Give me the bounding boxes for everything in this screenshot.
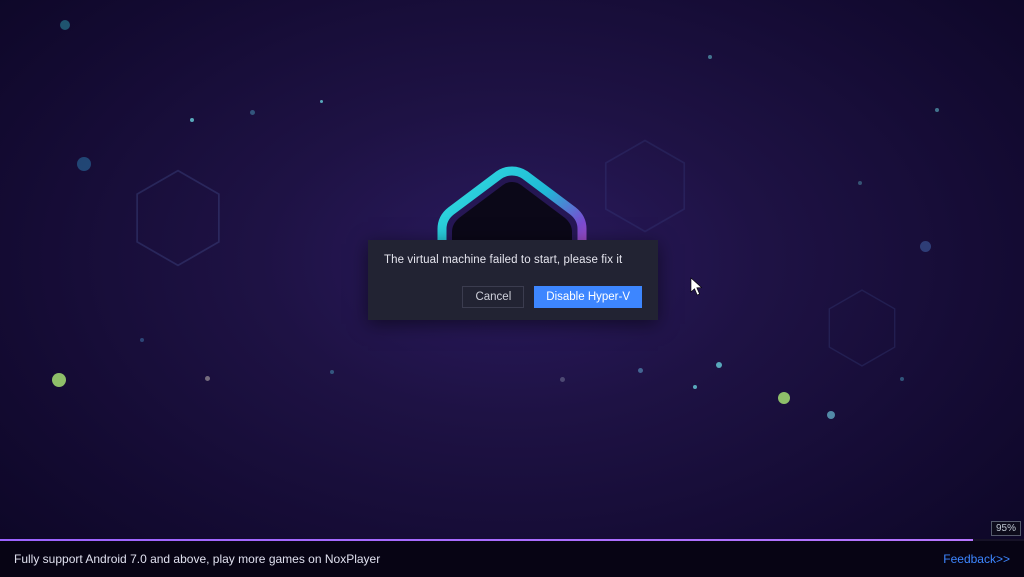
particle	[140, 338, 144, 342]
hexagon-decoration	[133, 168, 223, 268]
dialog-message: The virtual machine failed to start, ple…	[384, 254, 642, 266]
particle	[935, 108, 939, 112]
particle	[330, 370, 334, 374]
cursor-icon	[690, 277, 704, 297]
particle	[52, 373, 66, 387]
particle	[693, 385, 697, 389]
particle	[560, 377, 565, 382]
particle	[250, 110, 255, 115]
hexagon-decoration	[602, 138, 688, 234]
disable-hyperv-button[interactable]: Disable Hyper-V	[534, 286, 642, 308]
particle	[320, 100, 323, 103]
dialog-button-row: Cancel Disable Hyper-V	[384, 286, 642, 308]
particle	[60, 20, 70, 30]
particle	[900, 377, 904, 381]
particle	[716, 362, 722, 368]
particle	[708, 55, 712, 59]
particle	[77, 157, 91, 171]
feedback-link[interactable]: Feedback>>	[943, 552, 1010, 566]
particle	[827, 411, 835, 419]
particle	[920, 241, 931, 252]
particle	[858, 181, 862, 185]
particle	[778, 392, 790, 404]
particle	[638, 368, 643, 373]
footer-bar: Fully support Android 7.0 and above, pla…	[0, 541, 1024, 577]
hexagon-decoration	[827, 288, 897, 368]
footer-message: Fully support Android 7.0 and above, pla…	[14, 552, 380, 566]
progress-percent: 95%	[991, 521, 1021, 536]
particle	[205, 376, 210, 381]
error-dialog: The virtual machine failed to start, ple…	[368, 240, 658, 320]
particle	[190, 118, 194, 122]
cancel-button[interactable]: Cancel	[462, 286, 524, 308]
